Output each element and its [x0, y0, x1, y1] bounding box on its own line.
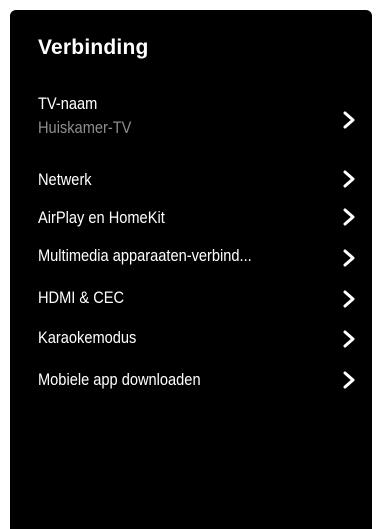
menu-item-network[interactable]: Netwerk — [38, 170, 356, 202]
menu-item-label: HDMI & CEC — [38, 288, 125, 307]
menu-item-value: Huiskamer-TV — [38, 118, 132, 137]
chevron-right-icon — [342, 111, 356, 129]
chevron-right-icon — [342, 170, 356, 188]
menu-item-airplay-homekit[interactable]: AirPlay en HomeKit — [38, 208, 356, 240]
chevron-right-icon — [342, 249, 356, 267]
chevron-right-icon — [342, 290, 356, 308]
menu-item-mobile-app-download[interactable]: Mobiele app downloaden — [38, 370, 356, 402]
settings-panel: Verbinding TV-naam Huiskamer-TV Netwerk … — [10, 10, 372, 529]
chevron-right-icon — [342, 330, 356, 348]
menu-item-label: Netwerk — [38, 170, 92, 189]
menu-item-tv-name[interactable]: TV-naam Huiskamer-TV — [38, 94, 356, 140]
page-title: Verbinding — [38, 36, 149, 59]
menu-item-label: Mobiele app downloaden — [38, 370, 201, 389]
menu-item-label: Karaokemodus — [38, 328, 137, 347]
menu-item-label: AirPlay en HomeKit — [38, 208, 165, 227]
menu-item-label: Multimedia apparaaten-verbind... — [38, 246, 252, 265]
chevron-right-icon — [342, 371, 356, 389]
menu-item-label: TV-naam — [38, 94, 98, 113]
menu-item-multimedia-devices[interactable]: Multimedia apparaaten-verbind... — [38, 246, 356, 278]
chevron-right-icon — [342, 208, 356, 226]
menu-item-karaoke-mode[interactable]: Karaokemodus — [38, 328, 356, 360]
menu-item-hdmi-cec[interactable]: HDMI & CEC — [38, 288, 356, 320]
